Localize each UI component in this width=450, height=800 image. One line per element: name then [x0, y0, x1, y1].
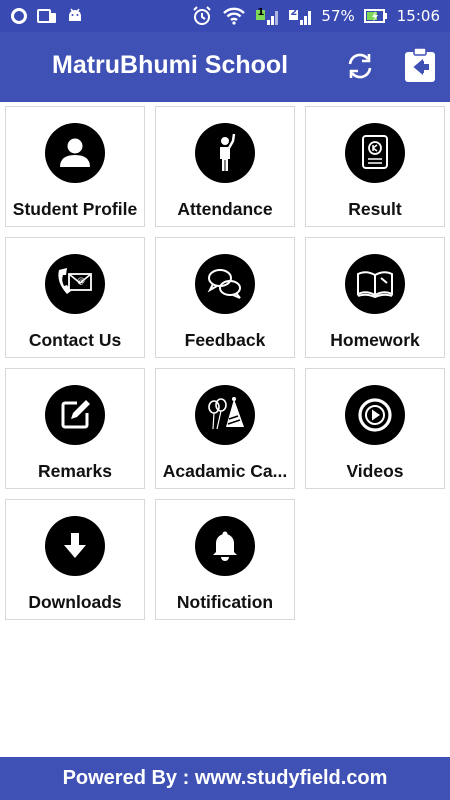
download-arrow-icon — [45, 516, 105, 576]
party-balloons-icon — [195, 385, 255, 445]
tile-label: Attendance — [177, 199, 273, 219]
tile-label: Notification — [176, 592, 274, 612]
tile-feedback[interactable]: Feedback — [155, 237, 295, 358]
refresh-icon — [345, 52, 375, 85]
tile-label: Videos — [346, 461, 404, 481]
tile-videos[interactable]: Videos — [305, 368, 445, 489]
bell-icon — [195, 516, 255, 576]
app-bar: MatruBhumi School — [0, 32, 450, 102]
tile-label: Contact Us — [28, 330, 122, 350]
tile-academic-calendar[interactable]: Acadamic Ca... — [155, 368, 295, 489]
tile-label: Result — [348, 199, 402, 219]
svg-text:@: @ — [77, 276, 85, 285]
tile-label: Feedback — [184, 330, 266, 350]
raised-hand-person-icon — [195, 123, 255, 183]
circle-notification-icon — [10, 7, 28, 25]
edit-note-icon — [45, 385, 105, 445]
person-icon — [45, 123, 105, 183]
status-bar: 1 2 57% 15:06 — [0, 0, 450, 32]
signal-sim2-icon: 2 — [288, 6, 312, 26]
tile-notification[interactable]: Notification — [155, 499, 295, 620]
tile-label: Downloads — [28, 592, 122, 612]
wifi-icon — [222, 7, 246, 25]
tile-label: Remarks — [38, 461, 112, 481]
status-bar-right: 1 2 57% 15:06 — [191, 5, 440, 27]
signal-sim1-icon: 1 — [255, 6, 279, 26]
open-book-icon — [345, 254, 405, 314]
tile-label: Student Profile — [12, 199, 138, 219]
app-title: MatruBhumi School — [52, 51, 289, 79]
play-circle-icon — [345, 385, 405, 445]
tile-remarks[interactable]: Remarks — [5, 368, 145, 489]
dashboard-grid: Student Profile Attendance Result @ Cont… — [5, 106, 445, 620]
logout-icon — [403, 46, 437, 88]
sim1-badge: 1 — [257, 7, 265, 18]
tile-label: Acadamic Ca... — [162, 461, 288, 481]
battery-percent: 57% — [321, 7, 355, 25]
status-bar-left — [10, 7, 84, 25]
battery-charging-icon — [363, 8, 388, 24]
tile-student-profile[interactable]: Student Profile — [5, 106, 145, 227]
clock: 15:06 — [396, 7, 440, 25]
refresh-button[interactable] — [343, 52, 377, 84]
logout-button[interactable] — [402, 46, 438, 88]
android-debug-icon — [66, 7, 84, 25]
tile-attendance[interactable]: Attendance — [155, 106, 295, 227]
screen-mirror-icon — [37, 8, 57, 24]
tile-result[interactable]: Result — [305, 106, 445, 227]
sim2-badge: 2 — [290, 7, 298, 18]
alarm-icon — [191, 5, 213, 27]
footer-text: Powered By : www.studyfield.com — [62, 767, 388, 789]
tile-homework[interactable]: Homework — [305, 237, 445, 358]
tile-contact-us[interactable]: @ Contact Us — [5, 237, 145, 358]
powered-by-footer: Powered By : www.studyfield.com — [0, 757, 450, 800]
tile-label: Homework — [330, 330, 420, 350]
chat-bubbles-icon — [195, 254, 255, 314]
contact-envelope-icon: @ — [45, 254, 105, 314]
report-card-icon — [345, 123, 405, 183]
tile-downloads[interactable]: Downloads — [5, 499, 145, 620]
